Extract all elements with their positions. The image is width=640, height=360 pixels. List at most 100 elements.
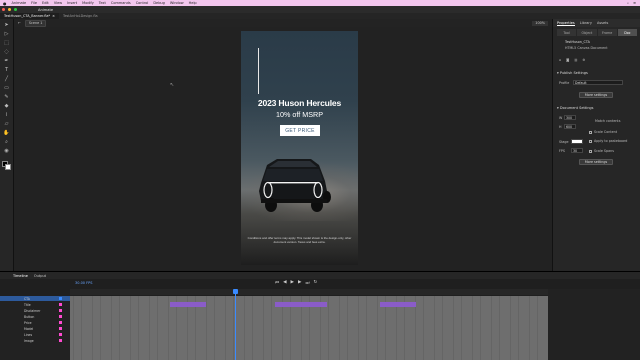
menu-modify[interactable]: Modify: [82, 1, 94, 5]
fill-color-swatch[interactable]: [4, 164, 11, 170]
layer-row[interactable]: Image: [0, 338, 70, 343]
truck-image[interactable]: [253, 143, 343, 215]
play-icon[interactable]: ▶: [291, 280, 294, 286]
brush-tool-icon[interactable]: ✎: [3, 94, 11, 100]
match-contents-label[interactable]: Match contents: [595, 119, 620, 123]
keyframe-span[interactable]: [275, 302, 327, 307]
menu-control[interactable]: Control: [136, 1, 149, 5]
selection-tool-icon[interactable]: ➤: [3, 22, 11, 28]
decorative-line[interactable]: [258, 48, 259, 94]
go-to-first-frame-icon[interactable]: ⏮: [275, 280, 279, 286]
rectangle-tool-icon[interactable]: ▭: [3, 85, 11, 91]
layer-color-icon[interactable]: [59, 315, 62, 318]
text-tool-icon[interactable]: T: [3, 67, 11, 73]
eraser-icon[interactable]: ▱: [3, 121, 11, 127]
tab-frame[interactable]: Frame: [597, 29, 617, 36]
ad-title[interactable]: 2023 Huson Hercules: [241, 98, 358, 108]
step-back-icon[interactable]: ◀: [283, 280, 286, 286]
go-to-last-frame-icon[interactable]: ⏭: [305, 280, 309, 286]
apply-pasteboard-checkbox[interactable]: [589, 140, 592, 143]
free-transform-icon[interactable]: ⬚: [3, 40, 11, 46]
line-tool-icon[interactable]: ╱: [3, 76, 11, 82]
tab-tool[interactable]: Tool: [557, 29, 577, 36]
layer-depth-icon[interactable]: ▥: [574, 58, 577, 62]
layer-row[interactable]: Lines: [0, 332, 70, 337]
get-price-button[interactable]: GET PRICE: [280, 125, 320, 136]
menu-commands[interactable]: Commands: [111, 1, 131, 5]
eyedropper-icon[interactable]: ⌇: [3, 112, 11, 118]
fps-input[interactable]: 30: [571, 148, 583, 153]
menu-text[interactable]: Text: [99, 1, 106, 5]
layer-color-icon[interactable]: [59, 297, 62, 300]
menu-window[interactable]: Window: [170, 1, 184, 5]
camera-icon[interactable]: ◙: [566, 58, 569, 62]
menu-insert[interactable]: Insert: [67, 1, 77, 5]
layer-row[interactable]: Title: [0, 302, 70, 307]
menu-debug[interactable]: Debug: [153, 1, 165, 5]
step-forward-icon[interactable]: ▶: [298, 280, 301, 286]
menu-file[interactable]: File: [31, 1, 37, 5]
keyframe-span[interactable]: [380, 302, 416, 307]
hand-tool-icon[interactable]: ✋: [3, 130, 11, 136]
layer-color-icon[interactable]: [59, 303, 62, 306]
layer-color-icon[interactable]: [59, 339, 62, 342]
camera-tool-icon[interactable]: ◉: [3, 148, 11, 154]
zoom-dropdown[interactable]: 100%: [532, 20, 548, 26]
layer-row[interactable]: Disclaimer: [0, 308, 70, 313]
layer-color-icon[interactable]: [59, 327, 62, 330]
tab-assets[interactable]: Assets: [597, 21, 608, 25]
minimize-window-button[interactable]: [8, 8, 11, 11]
layer-row[interactable]: Price: [0, 320, 70, 325]
apple-icon[interactable]: ●: [3, 1, 7, 6]
subselection-tool-icon[interactable]: ▷: [3, 31, 11, 37]
tab-properties[interactable]: Properties: [557, 21, 575, 26]
control-center-icon[interactable]: ≡: [633, 1, 636, 5]
ad-subtitle[interactable]: 10% off MSRP: [241, 110, 358, 119]
home-icon[interactable]: ⌂: [559, 58, 561, 62]
search-icon[interactable]: ⌕: [627, 1, 629, 5]
scale-spans-checkbox[interactable]: [589, 150, 592, 153]
menu-edit[interactable]: Edit: [42, 1, 49, 5]
pen-tool-icon[interactable]: ✒: [3, 58, 11, 64]
timeline-fps[interactable]: 30.00 FPS: [75, 281, 92, 285]
ad-disclaimer[interactable]: Conditions and offer terms may apply. Th…: [247, 236, 352, 244]
tab-library[interactable]: Library: [580, 21, 592, 25]
menu-app-name[interactable]: Animate: [12, 1, 27, 5]
layer-row[interactable]: Model: [0, 326, 70, 331]
close-window-button[interactable]: [2, 8, 5, 11]
color-swatches[interactable]: [1, 161, 12, 171]
tab-object[interactable]: Object: [577, 29, 597, 36]
tab-timeline[interactable]: Timeline: [13, 274, 28, 278]
settings-icon[interactable]: ⚙: [582, 58, 585, 62]
layer-color-icon[interactable]: [59, 333, 62, 336]
lasso-icon[interactable]: ◌: [3, 49, 11, 55]
publish-settings-heading[interactable]: ▾ Publish Settings: [557, 71, 588, 75]
frame-ruler[interactable]: [70, 289, 548, 295]
scale-content-checkbox[interactable]: [589, 131, 592, 134]
layer-color-icon[interactable]: [59, 321, 62, 324]
tab-output[interactable]: Output: [34, 274, 46, 278]
frame-grid[interactable]: [70, 296, 548, 360]
paint-bucket-icon[interactable]: ◆: [3, 103, 11, 109]
height-input[interactable]: 600: [564, 124, 576, 129]
maximize-window-button[interactable]: [14, 8, 17, 11]
document-settings-heading[interactable]: ▾ Document Settings: [557, 106, 593, 110]
layer-row[interactable]: Button: [0, 314, 70, 319]
close-icon[interactable]: ×: [52, 14, 55, 18]
width-input[interactable]: 300: [564, 115, 576, 120]
tab-doc[interactable]: Doc: [617, 29, 637, 36]
layer-row[interactable]: CTA: [0, 296, 70, 301]
playhead-handle[interactable]: [233, 289, 238, 294]
stage-color-swatch[interactable]: [571, 139, 583, 144]
more-settings-button-2[interactable]: More settings: [579, 159, 613, 165]
menu-view[interactable]: View: [54, 1, 62, 5]
profile-select[interactable]: Default: [573, 80, 623, 85]
back-arrow-icon[interactable]: ←: [18, 21, 21, 25]
zoom-tool-icon[interactable]: ⌕: [3, 139, 11, 145]
loop-icon[interactable]: ↻: [314, 280, 318, 286]
artboard-banner[interactable]: 2023 Huson Hercules 10% off MSRP GET PRI…: [241, 31, 358, 265]
menu-help[interactable]: Help: [189, 1, 197, 5]
playhead[interactable]: [235, 289, 236, 360]
keyframe-span[interactable]: [170, 302, 206, 307]
scene-dropdown[interactable]: Scene 1: [24, 19, 47, 27]
